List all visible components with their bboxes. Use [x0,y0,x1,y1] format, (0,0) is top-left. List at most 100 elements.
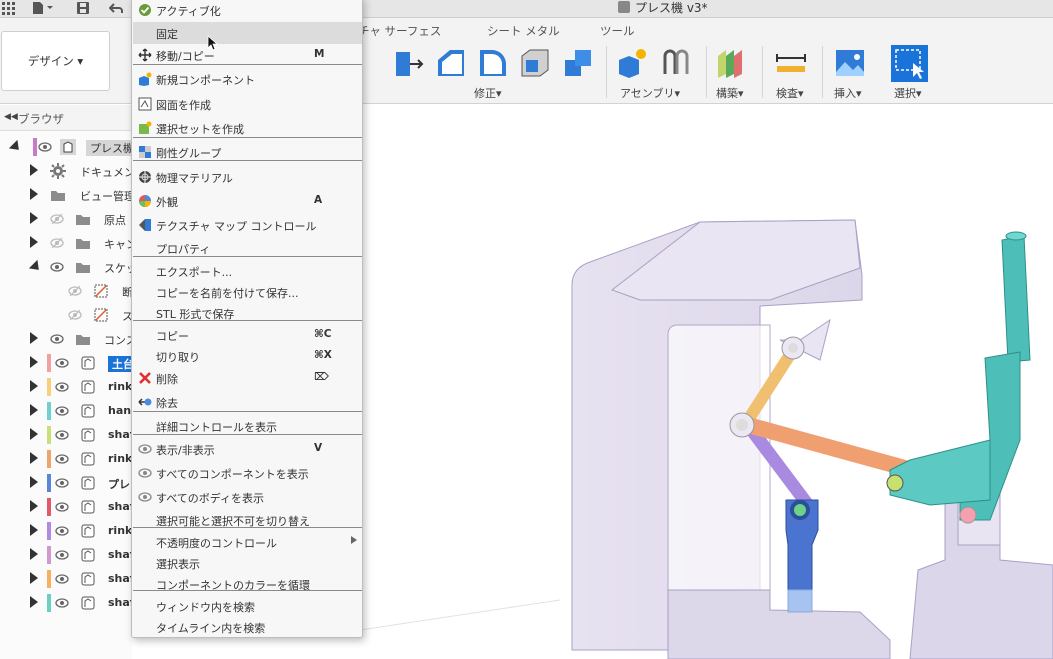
tree-row[interactable]: shaf [0,495,132,519]
eye-icon[interactable] [50,260,64,274]
tree-row[interactable]: キャン [0,231,132,255]
menu-item[interactable]: 外観 A [133,190,362,212]
menu-item[interactable]: コンポーネントのカラーを循環 [133,573,362,595]
shell-icon[interactable] [518,46,552,80]
tree-row[interactable]: スケッ [0,255,132,279]
collapsed-arrow-icon[interactable] [30,164,38,176]
joint-icon[interactable] [659,46,693,80]
menu-item[interactable]: 不透明度のコントロール [133,531,362,553]
menu-item[interactable]: 固定 [133,22,362,44]
expand-arrow-icon[interactable] [28,259,44,275]
group-modify[interactable]: 修正▾ [474,85,502,101]
eye-icon[interactable] [38,140,52,154]
menu-item[interactable]: 選択表示 [133,552,362,574]
collapse-arrow-icon[interactable]: ◀◀ [4,112,18,122]
tree-row[interactable]: コンス [0,327,132,351]
menu-item[interactable]: タイムライン内を検索 [133,616,362,638]
collapsed-arrow-icon[interactable] [30,596,38,608]
eye-icon[interactable] [55,380,69,394]
press-frame[interactable] [571,219,891,659]
tree-row[interactable]: 土台 [0,351,132,375]
measure-icon[interactable] [774,46,808,80]
tree-row[interactable]: shaf [0,567,132,591]
tab-tools[interactable]: ツール [600,23,635,39]
group-select[interactable]: 選択▾ [894,85,922,101]
menu-item[interactable]: すべてのコンポーネントを表示 [133,462,362,484]
tree-row[interactable]: rink [0,447,132,471]
group-assemble[interactable]: アセンブリ▾ [620,85,680,101]
eye-icon[interactable] [55,500,69,514]
menu-item[interactable]: 選択セットを作成 [133,117,362,139]
eye-icon[interactable] [50,236,64,250]
eye-icon[interactable] [55,596,69,610]
new-component-ribbon-icon[interactable] [615,46,649,80]
tree-row[interactable]: shaf [0,543,132,567]
eye-icon[interactable] [55,452,69,466]
menu-item[interactable]: 図面を作成 [133,93,362,115]
press-pull-icon[interactable] [392,46,426,80]
tab-surface[interactable]: チャ サーフェス [358,23,441,39]
collapsed-arrow-icon[interactable] [30,356,38,368]
menu-item[interactable]: アクティブ化 [133,0,362,21]
tab-sheet-metal[interactable]: シート メタル [487,23,560,39]
collapsed-arrow-icon[interactable] [30,332,38,344]
menu-item[interactable]: 削除 ⌦ [133,367,362,389]
tree-row[interactable]: shaf [0,591,132,615]
tree-row[interactable]: ス [0,303,132,327]
tree-row[interactable]: 断 [0,279,132,303]
tree-row[interactable]: プレ [0,471,132,495]
tree-row[interactable]: ビュー管理 [0,183,132,207]
eye-icon[interactable] [68,308,82,322]
menu-item[interactable]: 新規コンポーネント [133,68,362,90]
collapsed-arrow-icon[interactable] [30,404,38,416]
collapsed-arrow-icon[interactable] [30,476,38,488]
eye-icon[interactable] [50,332,64,346]
offset-plane-icon[interactable] [714,46,748,80]
eye-icon[interactable] [50,212,64,226]
tree-row[interactable]: shaf [0,423,132,447]
collapsed-arrow-icon[interactable] [30,428,38,440]
insert-image-icon[interactable] [833,46,867,80]
menu-item[interactable]: 移動/コピー M [133,44,362,66]
collapsed-arrow-icon[interactable] [30,452,38,464]
collapsed-arrow-icon[interactable] [30,572,38,584]
group-insert[interactable]: 挿入▾ [834,85,862,101]
menu-item[interactable]: 表示/非表示 V [133,438,362,460]
group-inspect[interactable]: 検査▾ [776,85,804,101]
collapsed-arrow-icon[interactable] [30,212,38,224]
eye-icon[interactable] [55,404,69,418]
tree-row[interactable]: rink [0,519,132,543]
group-construct[interactable]: 構築▾ [716,85,744,101]
expand-arrow-icon[interactable] [8,139,24,155]
menu-item[interactable]: 切り取り ⌘X [133,345,362,367]
collapsed-arrow-icon[interactable] [30,188,38,200]
menu-item[interactable]: すべてのボディを表示 [133,486,362,508]
file-menu-icon[interactable] [30,1,56,17]
tree-row[interactable]: rink [0,375,132,399]
collapsed-arrow-icon[interactable] [30,500,38,512]
menu-item[interactable]: エクスポート... [133,260,362,282]
menu-item[interactable]: ウィンドウ内を検索 [133,595,362,617]
eye-icon[interactable] [55,356,69,370]
chamfer-icon[interactable] [476,46,510,80]
collapsed-arrow-icon[interactable] [30,380,38,392]
menu-item[interactable]: テクスチャ マップ コントロール [133,214,362,236]
eye-icon[interactable] [55,548,69,562]
workspace-design-button[interactable]: デザイン ▾ [1,31,110,91]
tree-row-root[interactable]: プレス機 [0,135,132,159]
combine-icon[interactable] [561,46,595,80]
eye-icon[interactable] [55,524,69,538]
menu-item[interactable]: コピー ⌘C [133,324,362,346]
blue-ram[interactable] [785,499,819,613]
grid-icon[interactable] [0,1,16,17]
teal-handle[interactable] [886,231,1031,524]
undo-icon[interactable] [108,1,124,17]
tree-row[interactable]: han [0,399,132,423]
tree-row[interactable]: ドキュメン [0,159,132,183]
eye-icon[interactable] [55,428,69,442]
browser-header[interactable]: ◀◀ ブラウザ [0,105,132,131]
collapsed-arrow-icon[interactable] [30,236,38,248]
menu-item[interactable]: 除去 [133,391,362,413]
select-tool-button[interactable] [891,45,928,82]
eye-icon[interactable] [68,284,82,298]
